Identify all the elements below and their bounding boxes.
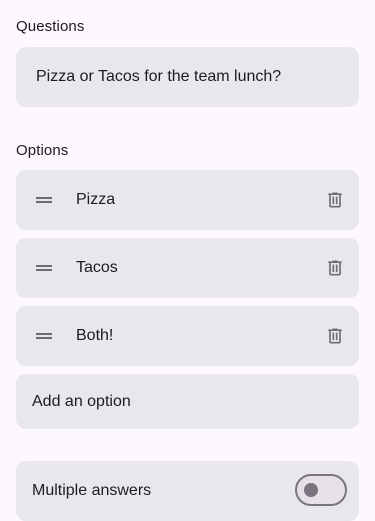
question-input[interactable]: Pizza or Tacos for the team lunch?: [16, 47, 359, 107]
add-option-input[interactable]: Add an option: [16, 374, 359, 429]
drag-handle-icon[interactable]: [36, 333, 52, 339]
option-input[interactable]: Pizza: [76, 191, 115, 209]
options-heading: Options: [16, 142, 69, 159]
option-row-tacos[interactable]: Tacos: [16, 238, 359, 298]
multiple-answers-label: Multiple answers: [32, 482, 152, 499]
option-input[interactable]: Both!: [76, 327, 113, 345]
delete-icon[interactable]: [325, 258, 345, 278]
option-row-both[interactable]: Both!: [16, 306, 359, 366]
option-input[interactable]: Tacos: [76, 259, 118, 277]
multiple-answers-row: Multiple answers: [16, 461, 359, 521]
option-row-pizza[interactable]: Pizza: [16, 170, 359, 230]
toggle-knob: [304, 483, 318, 497]
multiple-answers-toggle[interactable]: [295, 474, 347, 506]
drag-handle-icon[interactable]: [36, 197, 52, 203]
delete-icon[interactable]: [325, 190, 345, 210]
delete-icon[interactable]: [325, 326, 345, 346]
drag-handle-icon[interactable]: [36, 265, 52, 271]
questions-heading: Questions: [16, 18, 85, 35]
